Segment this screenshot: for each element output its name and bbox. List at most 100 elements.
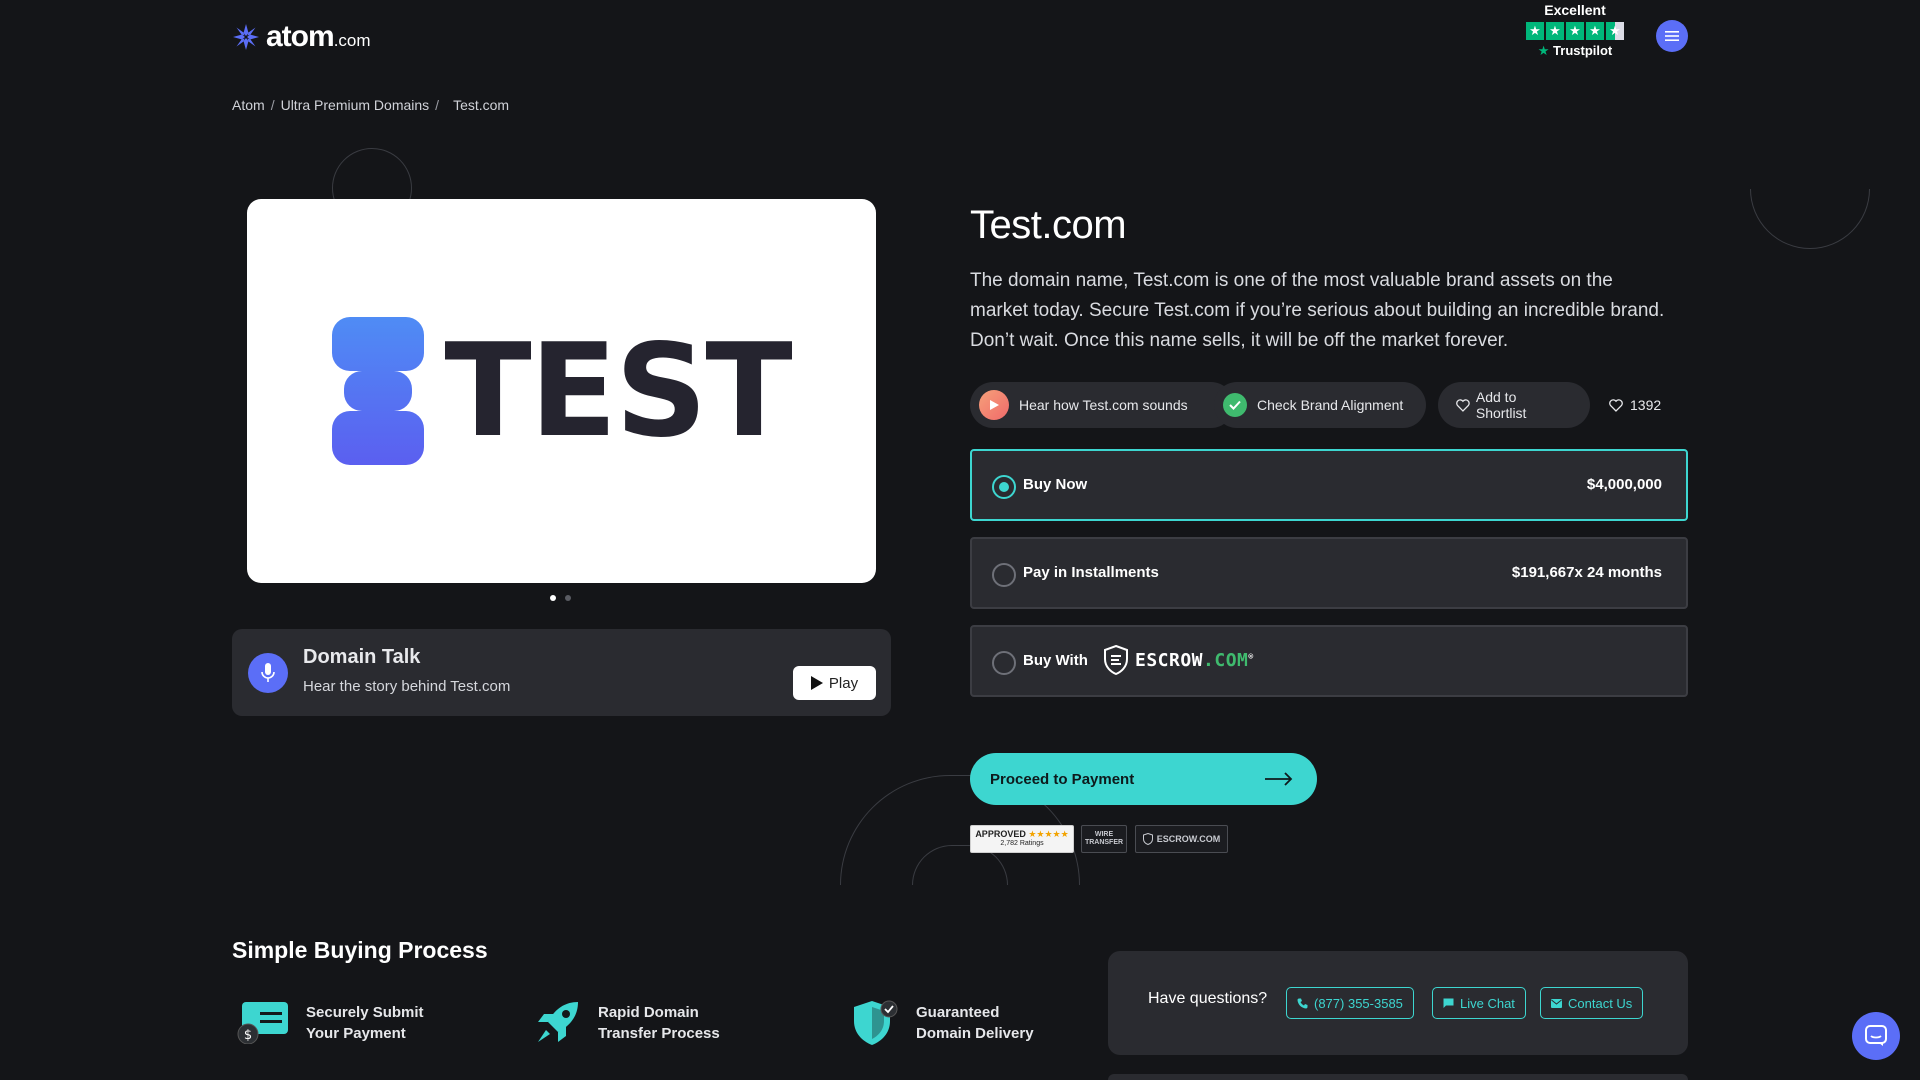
installments-radio[interactable] — [992, 563, 1016, 587]
carousel-dot-active[interactable] — [550, 595, 556, 601]
shield-check-icon — [854, 1000, 898, 1045]
step-submit-payment: $ Securely Submit Your Payment — [236, 1002, 424, 1044]
buying-process-title: Simple Buying Process — [232, 937, 488, 963]
star-icon: ★ — [1526, 22, 1544, 40]
installments-option[interactable]: Pay in Installments $191,667x 24 months — [970, 537, 1688, 609]
domain-talk-subtitle: Hear the story behind Test.com — [303, 678, 511, 695]
next-card-edge — [1108, 1074, 1688, 1080]
likes-count: 1392 — [1630, 397, 1662, 413]
escrow-shield-icon — [1104, 645, 1128, 675]
play-button[interactable]: Play — [793, 666, 876, 700]
add-to-shortlist-button[interactable]: Add to Shortlist — [1438, 382, 1590, 428]
carousel-dots — [550, 595, 571, 601]
breadcrumb-ultra-premium[interactable]: Ultra Premium Domains — [281, 97, 430, 113]
shopper-approved-badge: APPROVED ★★★★★ 2,782 Ratings — [970, 825, 1074, 853]
escrow-logo: ESCROW.COM® — [1103, 645, 1254, 675]
heart-icon — [1456, 398, 1470, 412]
play-circle-icon — [979, 390, 1009, 420]
heart-icon — [1609, 398, 1623, 412]
breadcrumb-atom[interactable]: Atom — [232, 97, 265, 113]
breadcrumb-separator: / — [270, 97, 275, 113]
contact-card: Have questions? (877) 355-3585 Live Chat… — [1108, 951, 1688, 1055]
domain-talk-title: Domain Talk — [303, 646, 421, 668]
shortlist-label: Add to Shortlist — [1475, 389, 1527, 421]
brand-label: Check Brand Alignment — [1257, 397, 1404, 413]
phone-button[interactable]: (877) 355-3585 — [1286, 987, 1414, 1019]
domain-description: The domain name, Test.com is one of the … — [970, 270, 1665, 351]
mail-icon — [1551, 998, 1562, 1008]
step-2-line-1: Rapid Domain — [598, 1004, 699, 1021]
likes-counter[interactable]: 1392 — [1609, 397, 1661, 413]
trustpilot-name: Trustpilot — [1553, 43, 1613, 58]
step-3-line-1: Guaranteed — [916, 1004, 1000, 1021]
domain-title: Test.com — [970, 203, 1127, 247]
live-chat-label: Live Chat — [1460, 995, 1515, 1011]
buy-now-label: Buy Now — [1023, 476, 1088, 493]
phone-number: (877) 355-3585 — [1314, 995, 1403, 1011]
breadcrumb: Atom / Ultra Premium Domains / Test.com — [232, 97, 509, 113]
step-domain-transfer: Rapid Domain Transfer Process — [534, 1000, 720, 1046]
escrow-brand: ESCROW — [1135, 649, 1204, 671]
logo-wordmark: atom — [266, 20, 335, 53]
step-1-line-2: Your Payment — [306, 1025, 406, 1042]
trustpilot-stars: ★ ★ ★ ★ ★ — [1520, 22, 1630, 40]
approved-text: APPROVED — [975, 829, 1026, 839]
svg-text:$: $ — [244, 1028, 252, 1043]
hear-label: Hear how Test.com sounds — [1019, 397, 1188, 413]
check-circle-icon — [1223, 393, 1247, 417]
test-brand-mark-icon — [332, 317, 425, 465]
star-icon: ★ — [1566, 22, 1584, 40]
hamburger-icon — [1665, 31, 1679, 41]
atom-logo[interactable]: atom.com — [232, 20, 371, 54]
ratings-text: 2,782 Ratings — [1000, 840, 1044, 847]
breadcrumb-current: Test.com — [453, 97, 510, 113]
shield-icon — [1142, 833, 1153, 845]
wire-transfer-badge: WIRE TRANSFER — [1081, 825, 1127, 853]
menu-button[interactable] — [1656, 20, 1688, 52]
escrow-badge-text: ESCROW.COM — [1156, 834, 1221, 844]
chat-icon — [1443, 998, 1454, 1008]
buy-now-price: $4,000,000 — [1586, 476, 1662, 493]
rocket-icon — [538, 1002, 578, 1042]
breadcrumb-separator: / — [435, 97, 440, 113]
support-chat-button[interactable] — [1852, 1012, 1900, 1060]
atom-star-icon — [233, 24, 259, 50]
contact-us-label: Contact Us — [1568, 995, 1633, 1011]
trustpilot-rating-label: Excellent — [1544, 2, 1606, 18]
trustpilot-star-icon: ★ — [1537, 43, 1550, 58]
contact-us-button[interactable]: Contact Us — [1540, 987, 1644, 1019]
escrow-brand-suffix: .COM — [1203, 649, 1249, 671]
step-domain-delivery: Guaranteed Domain Delivery — [852, 999, 1034, 1047]
have-questions-label: Have questions? — [1148, 990, 1268, 1007]
proceed-label: Proceed to Payment — [990, 770, 1135, 788]
escrow-label: Buy With — [1023, 652, 1088, 669]
wire-text: WIRE TRANSFER — [1084, 831, 1124, 846]
arrow-right-icon — [1265, 772, 1293, 786]
escrow-badge: ESCROW.COM — [1135, 825, 1228, 853]
star-icon: ★ — [1586, 22, 1604, 40]
phone-icon — [1297, 998, 1308, 1008]
installments-label: Pay in Installments — [1023, 564, 1159, 581]
step-1-line-1: Securely Submit — [306, 1004, 424, 1021]
step-2-line-2: Transfer Process — [598, 1025, 720, 1042]
buy-now-radio[interactable] — [992, 475, 1016, 499]
escrow-option[interactable]: Buy With ESCROW.COM® — [970, 625, 1688, 697]
payment-card-icon: $ — [237, 1002, 288, 1044]
trustpilot-widget[interactable]: Excellent ★ ★ ★ ★ ★ ★ Trustpilot — [1520, 2, 1630, 59]
test-logo-wordmark: TEST — [444, 316, 792, 466]
hear-pronunciation-button[interactable]: Hear how Test.com sounds — [970, 382, 1234, 428]
carousel-dot[interactable] — [565, 595, 571, 601]
step-3-line-2: Domain Delivery — [916, 1025, 1034, 1042]
installments-price: $191,667x 24 months — [1511, 564, 1662, 581]
live-chat-button[interactable]: Live Chat — [1432, 987, 1526, 1019]
proceed-to-payment-button[interactable]: Proceed to Payment — [970, 753, 1317, 805]
microphone-icon — [248, 653, 288, 693]
half-star-icon: ★ — [1606, 22, 1624, 40]
escrow-radio[interactable] — [992, 651, 1016, 675]
play-label: Play — [828, 674, 859, 692]
chat-bubble-icon — [1865, 1025, 1887, 1046]
logo-suffix: .com — [333, 31, 371, 50]
check-brand-alignment-button[interactable]: Check Brand Alignment — [1214, 382, 1426, 428]
buy-now-option[interactable]: Buy Now $4,000,000 — [970, 449, 1688, 521]
play-icon — [810, 676, 823, 690]
